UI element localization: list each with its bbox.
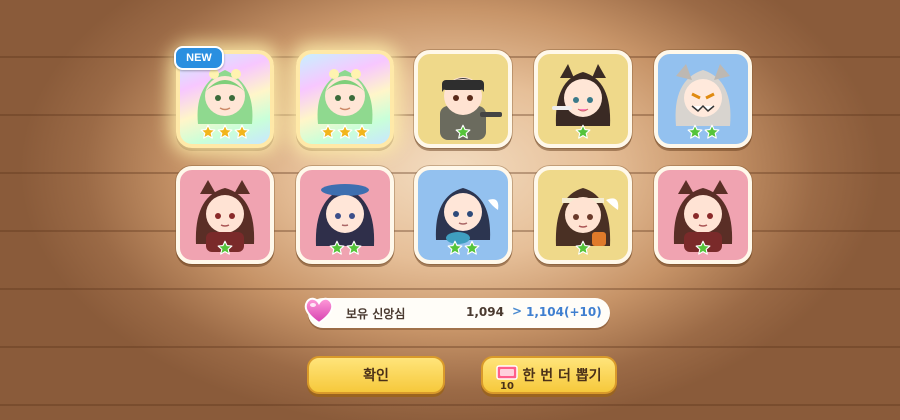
star-icon: [447, 240, 462, 255]
draw-again-button[interactable]: 10 한 번 더 뽑기: [481, 356, 617, 394]
star-icon: [234, 124, 250, 139]
rarity-stars: [538, 124, 628, 140]
result-card-6[interactable]: [176, 166, 274, 264]
star-icon: [217, 240, 233, 255]
faith-after-value: 1,104(+10): [526, 305, 602, 319]
rarity-stars: [658, 124, 748, 140]
faith-heart-icon: [304, 297, 334, 325]
star-icon: [217, 124, 233, 139]
star-icon: [337, 124, 353, 139]
rarity-stars: [658, 240, 748, 256]
star-icon: [575, 240, 591, 255]
star-icon: [320, 124, 336, 139]
rarity-stars: [300, 124, 390, 140]
confirm-button[interactable]: 확인: [307, 356, 445, 394]
rarity-stars: [538, 240, 628, 256]
rarity-stars: [418, 240, 508, 256]
rarity-stars: [180, 240, 270, 256]
result-card-7[interactable]: [296, 166, 394, 264]
new-badge: NEW: [174, 46, 224, 70]
star-icon: [354, 124, 370, 139]
chevron-right-icon: >: [512, 304, 523, 318]
result-card-5[interactable]: [654, 50, 752, 148]
gacha-results: NEW: [0, 0, 900, 420]
star-icon: [455, 124, 471, 139]
faith-current-value: 1,094: [466, 305, 504, 319]
faith-counter: 보유 신앙심 1,094 > 1,104(+10): [304, 297, 610, 328]
result-card-9[interactable]: [534, 166, 632, 264]
faith-label: 보유 신앙심: [346, 307, 406, 321]
ticket-icon: 10: [496, 365, 518, 390]
rarity-stars: [180, 124, 270, 140]
star-icon: [329, 240, 344, 255]
star-icon: [575, 124, 591, 139]
ticket-count: 10: [500, 381, 514, 390]
result-card-3[interactable]: [414, 50, 512, 148]
result-card-4[interactable]: [534, 50, 632, 148]
rarity-stars: [300, 240, 390, 256]
star-icon: [346, 240, 361, 255]
star-icon: [687, 124, 702, 139]
confirm-button-label: 확인: [363, 368, 389, 384]
result-card-8[interactable]: [414, 166, 512, 264]
rarity-stars: [418, 124, 508, 140]
result-card-2[interactable]: [296, 50, 394, 148]
star-icon: [704, 124, 719, 139]
star-icon: [200, 124, 216, 139]
draw-again-label: 한 번 더 뽑기: [522, 368, 602, 384]
star-icon: [464, 240, 479, 255]
star-icon: [695, 240, 711, 255]
result-card-10[interactable]: [654, 166, 752, 264]
